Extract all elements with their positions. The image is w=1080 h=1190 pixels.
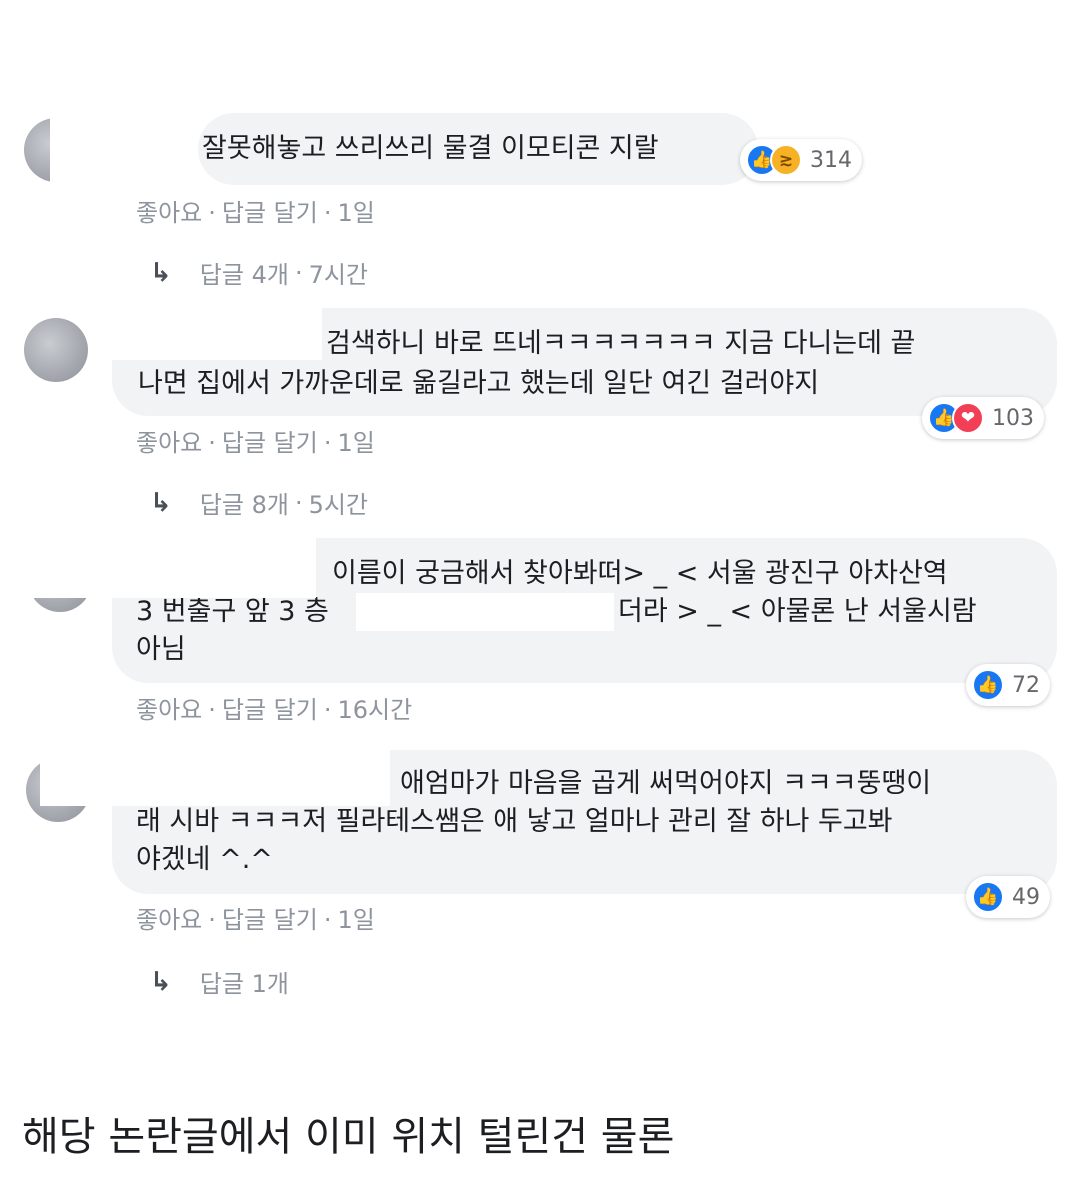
comment-text: 잘못해놓고 쓰리쓰리 물결 이모티콘 지랄 [202, 133, 659, 164]
comment-actions: 좋아요 · 답글 달기 · 16시간 [136, 696, 413, 724]
reaction-count: 72 [1012, 672, 1040, 698]
commenter-avatar[interactable] [24, 318, 88, 382]
comment-text: 애엄마가 마음을 곱게 써먹어야지 ㅋㅋㅋ뚱땡이 [400, 768, 932, 799]
comment-time[interactable]: 1일 [337, 906, 374, 934]
reply-link[interactable]: 답글 달기 [222, 696, 318, 724]
reply-link[interactable]: 답글 달기 [222, 429, 318, 457]
caption-text: 해당 논란글에서 이미 위치 털린건 물론 [22, 1114, 675, 1160]
view-replies-link[interactable]: ↳ 답글 1개 [150, 964, 289, 999]
replies-count[interactable]: 답글 4개 [200, 255, 289, 290]
replies-count[interactable]: 답글 1개 [200, 964, 289, 999]
redaction-block [40, 748, 390, 806]
comment-time[interactable]: 1일 [337, 429, 374, 457]
reaction-summary[interactable]: 👍 49 [966, 876, 1050, 918]
redaction-block [356, 593, 614, 631]
comment-text: 이름이 궁금해서 찾아봐떠> _ < 서울 광진구 아차산역 [332, 558, 948, 589]
redaction-block [20, 536, 316, 598]
comment-text: 야겠네 ^.^ [136, 844, 273, 875]
replies-time: 7시간 [308, 261, 369, 289]
reply-arrow-icon: ↳ [150, 257, 172, 288]
reply-arrow-icon: ↳ [150, 487, 172, 518]
comment-text: 검색하니 바로 뜨네ㅋㅋㅋㅋㅋㅋㅋ 지금 다니는데 끝 [326, 328, 916, 359]
comment-actions: 좋아요 · 답글 달기 · 1일 [136, 906, 375, 934]
like-icon: 👍 [972, 669, 1004, 701]
like-link[interactable]: 좋아요 [136, 199, 202, 227]
replies-time: 5시간 [308, 491, 369, 519]
comment-time[interactable]: 16시간 [337, 696, 412, 724]
like-icon: 👍 [972, 881, 1004, 913]
comment-text: 3 번출구 앞 3 층 [136, 596, 329, 627]
comment-bubble: 잘못해놓고 쓰리쓰리 물결 이모티콘 지랄 [198, 113, 758, 185]
replies-count[interactable]: 답글 8개 [200, 485, 289, 520]
comment-text: 아님 [136, 634, 186, 665]
reaction-summary[interactable]: 👍 72 [966, 664, 1050, 706]
haha-icon: ≳ [770, 144, 802, 176]
comment-text: 더라 > _ < 아물론 난 서울시람 [618, 596, 977, 627]
like-link[interactable]: 좋아요 [136, 429, 202, 457]
reaction-summary[interactable]: 👍 ≳ 314 [740, 139, 862, 181]
like-link[interactable]: 좋아요 [136, 906, 202, 934]
reply-link[interactable]: 답글 달기 [222, 906, 318, 934]
comment-actions: 좋아요 · 답글 달기 · 1일 [136, 429, 375, 457]
view-replies-link[interactable]: ↳ 답글 4개 · 7시간 [150, 255, 368, 290]
reaction-count: 103 [992, 405, 1034, 431]
comment-actions: 좋아요 · 답글 달기 · 1일 [136, 199, 375, 227]
reaction-count: 314 [810, 147, 852, 173]
comment-text: 나면 집에서 가까운데로 옮길라고 했는데 일단 여긴 걸러야지 [138, 368, 820, 399]
reply-arrow-icon: ↳ [150, 966, 172, 997]
reaction-count: 49 [1012, 884, 1040, 910]
comment-time[interactable]: 1일 [337, 199, 374, 227]
view-replies-link[interactable]: ↳ 답글 8개 · 5시간 [150, 485, 368, 520]
redaction-block [50, 110, 200, 192]
reply-link[interactable]: 답글 달기 [222, 199, 318, 227]
like-link[interactable]: 좋아요 [136, 696, 202, 724]
redaction-block [90, 306, 322, 360]
reaction-summary[interactable]: 👍 ❤ 103 [922, 397, 1044, 439]
comment-text: 래 시바 ㅋㅋㅋ저 필라테스쌤은 애 낳고 얼마나 관리 잘 하나 두고봐 [136, 806, 893, 837]
love-icon: ❤ [952, 402, 984, 434]
